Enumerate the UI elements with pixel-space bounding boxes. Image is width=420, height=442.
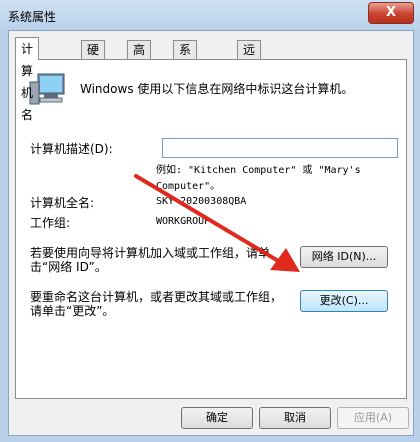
dialog-body: 计算机名 硬件 高级 系统保护 远程 Windows 使用以下信息在网络中标识这… [8,30,414,436]
full-name-label: 计算机全名: [30,196,95,210]
workgroup-value: WORKGROUP [156,216,211,227]
tab-remote[interactable]: 远程 [237,40,262,75]
close-button[interactable]: X [368,2,414,24]
tab-system-protection[interactable]: 系统保护 [173,40,198,111]
network-id-button[interactable]: 网络 ID(N)... [300,246,388,268]
description-label: 计算机描述(D): [30,142,113,156]
apply-button[interactable]: 应用(A) [337,407,409,429]
computer-name-panel: Windows 使用以下信息在网络中标识这台计算机。 计算机描述(D): 例如:… [15,59,407,399]
description-example: 例如: "Kitchen Computer" 或 "Mary's Compute… [156,165,361,192]
close-icon: X [385,5,397,20]
cancel-button[interactable]: 取消 [259,407,331,429]
computer-icon [29,73,65,105]
network-id-text: 若要使用向导将计算机加入域或工作组，请单击“网络 ID”。 [30,246,271,274]
workgroup-label: 工作组: [30,216,71,230]
rename-text: 要重命名这台计算机，或者更改其域或工作组，请单击“更改”。 [30,290,283,318]
computer-description-input[interactable] [162,138,398,158]
window-title: 系统属性 [8,10,57,24]
info-text: Windows 使用以下信息在网络中标识这台计算机。 [80,82,354,96]
tab-advanced[interactable]: 高级 [127,40,152,75]
tab-hardware[interactable]: 硬件 [81,40,106,75]
change-button[interactable]: 更改(C)... [300,290,388,312]
title-bar[interactable]: 系统属性 X [0,0,420,30]
tab-computer-name[interactable]: 计算机名 [15,37,40,122]
ok-button[interactable]: 确定 [181,407,253,429]
full-name-value: SKY-20200308QBA [156,196,247,207]
